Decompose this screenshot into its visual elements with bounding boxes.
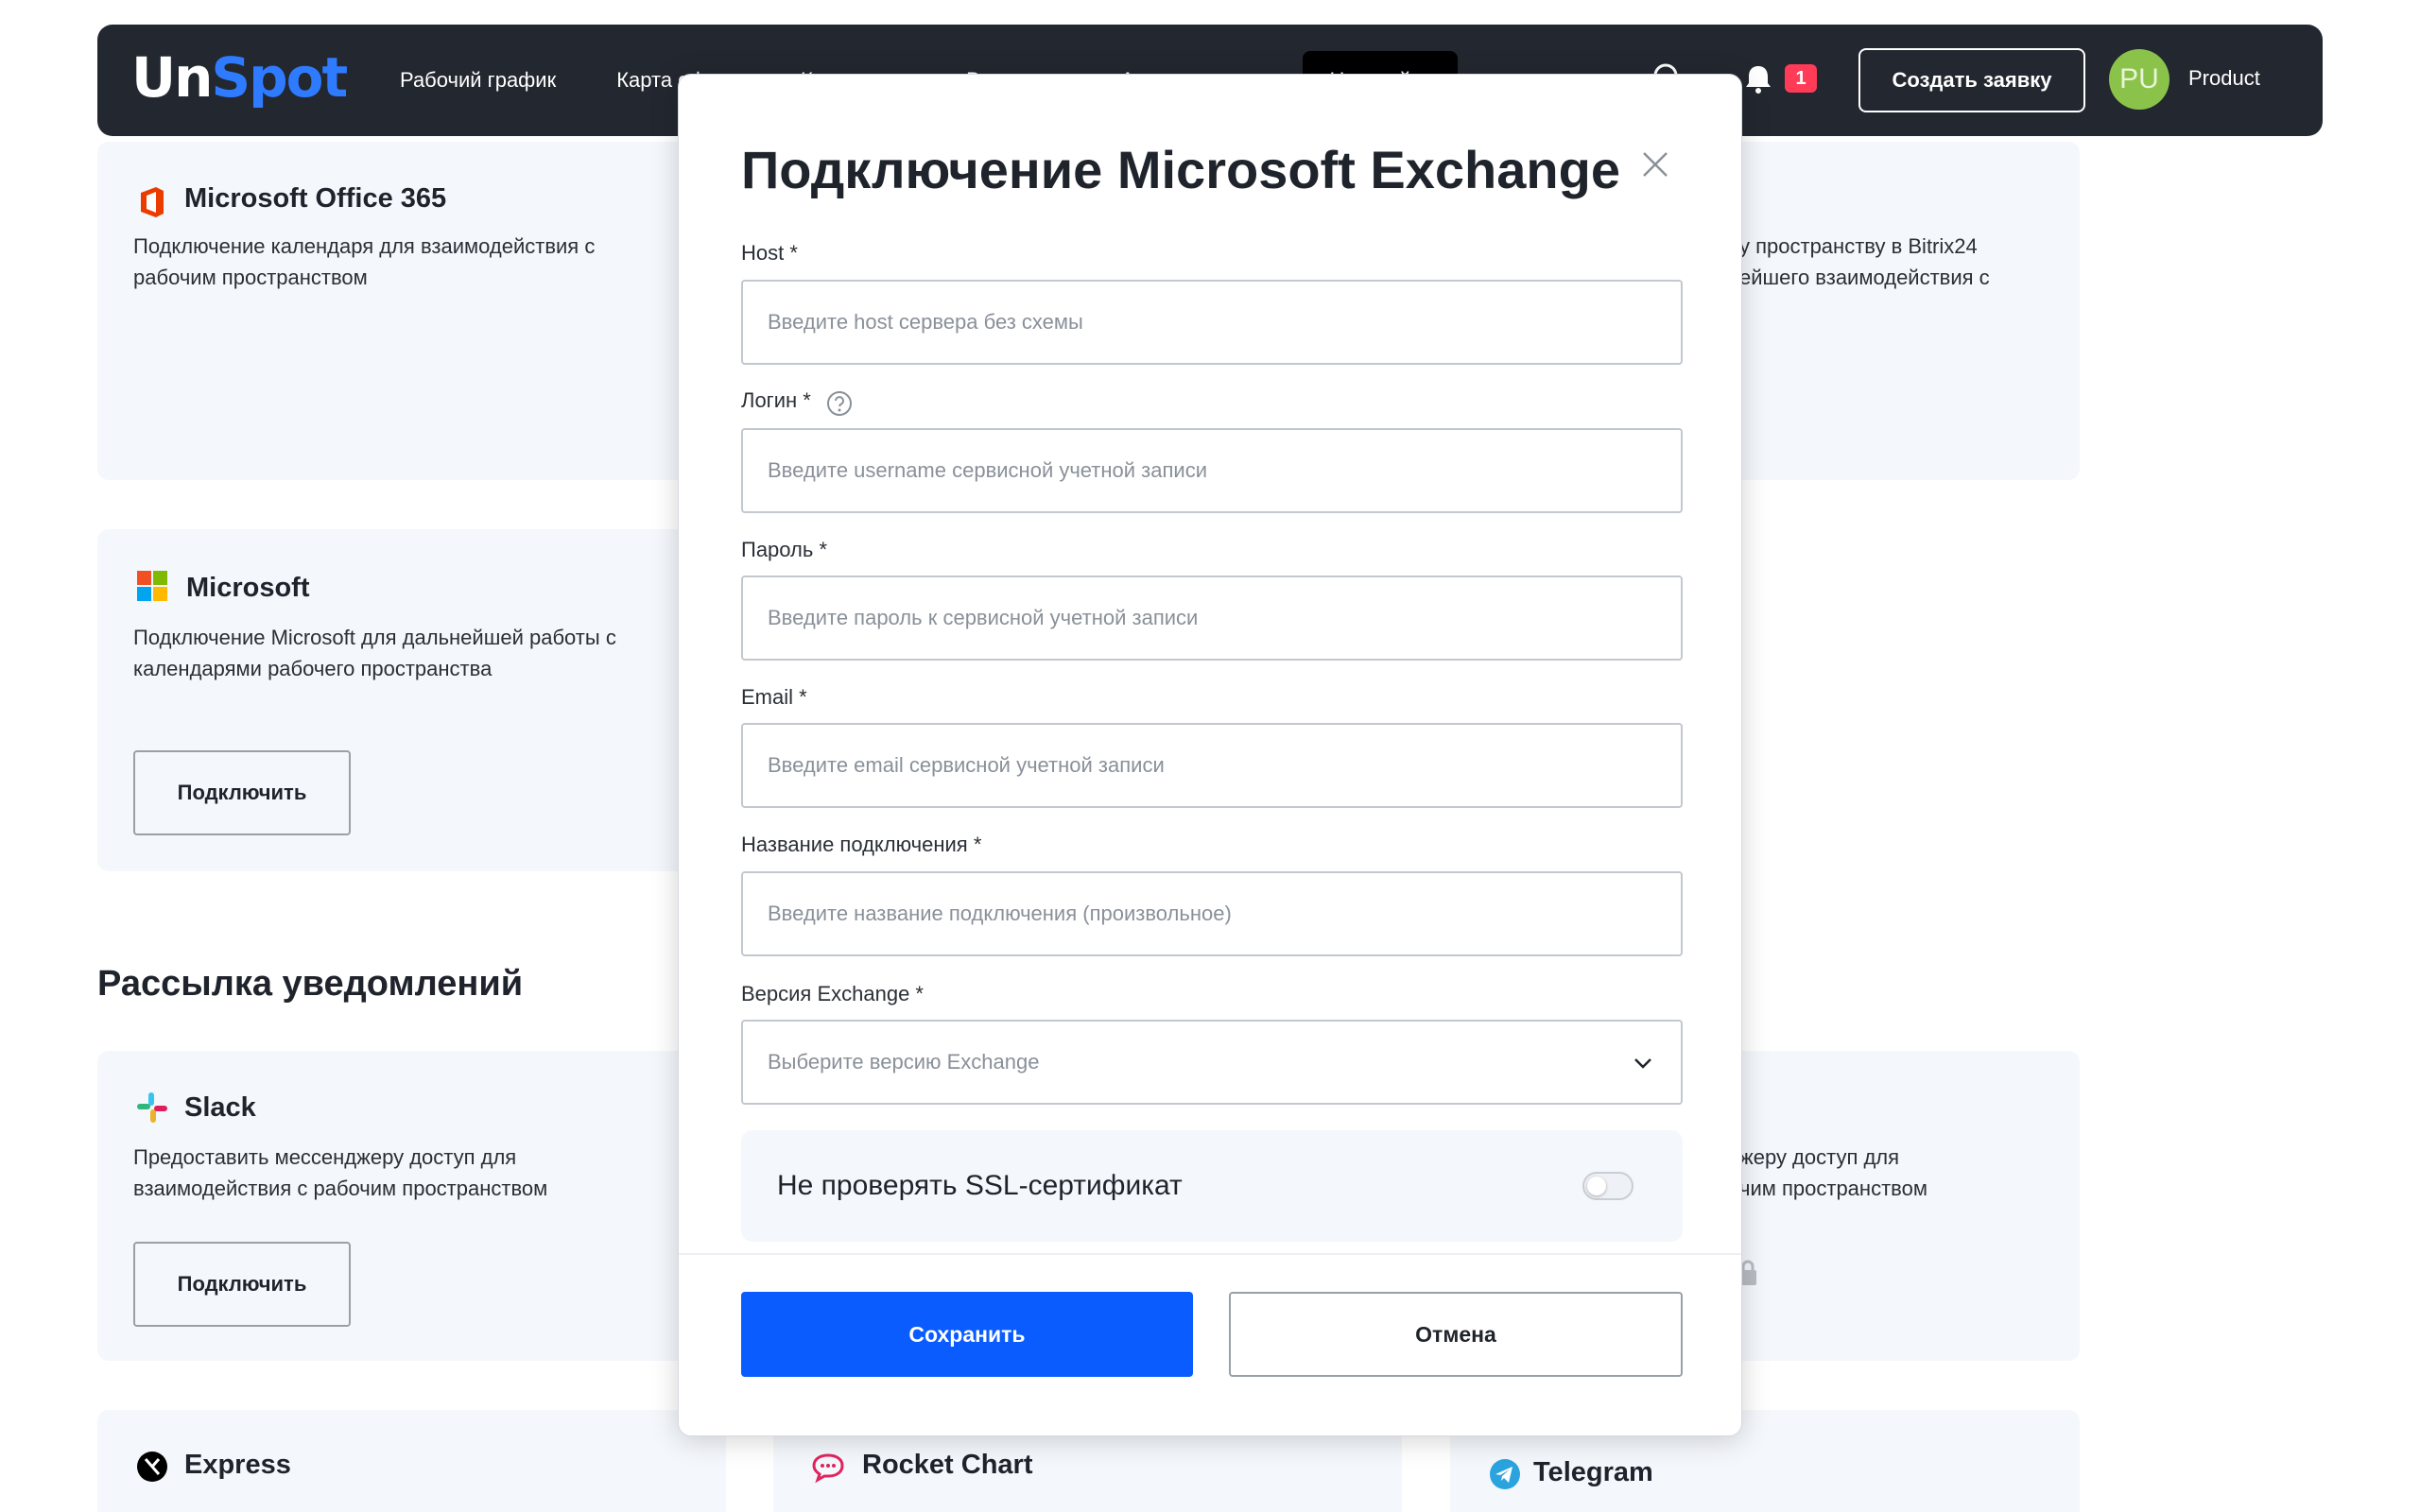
nav-item-schedule[interactable]: Рабочий график — [400, 68, 556, 93]
card-description: у пространству в Bitrix24 ейшего взаимод… — [1739, 234, 1990, 289]
bell-icon[interactable] — [1742, 62, 1774, 94]
connection-name-label: Название подключения * — [741, 833, 982, 856]
modal-divider — [679, 1253, 1741, 1255]
card-express: Express — [97, 1410, 726, 1512]
close-icon[interactable] — [1639, 148, 1671, 180]
card-bitrix: у пространству в Bitrix24 ейшего взаимод… — [1683, 142, 2080, 480]
card-title: Express — [184, 1450, 291, 1480]
card-microsoft: Microsoft Подключение Microsoft для даль… — [97, 529, 740, 871]
slack-icon — [137, 1092, 167, 1123]
card-description: Подключение календаря для взаимодействия… — [133, 234, 596, 289]
rocket-chat-icon — [812, 1453, 844, 1484]
office365-icon — [141, 187, 164, 217]
password-label: Пароль * — [741, 538, 828, 561]
microsoft-icon — [137, 571, 167, 601]
login-label: Логин * — [741, 388, 811, 412]
express-icon — [137, 1452, 167, 1482]
email-input[interactable] — [741, 723, 1683, 808]
card-notify-right: жеру доступ для чим пространством — [1683, 1051, 2080, 1361]
section-title: Рассылка уведомлений — [97, 964, 524, 1004]
unspot-logo[interactable]: UnSpot — [131, 45, 348, 110]
exchange-version-select[interactable]: Выберите версию Exchange — [741, 1020, 1683, 1105]
exchange-connect-modal: Подключение Microsoft Exchange Host * Ло… — [678, 74, 1742, 1436]
host-input[interactable] — [741, 280, 1683, 365]
toggle-knob — [1587, 1177, 1606, 1195]
create-request-button[interactable]: Создать заявку — [1858, 48, 2085, 112]
card-office365: Microsoft Office 365 Подключение календа… — [97, 142, 740, 480]
card-title: Telegram — [1533, 1457, 1653, 1487]
card-slack: Slack Предоставить мессенджеру доступ дл… — [97, 1051, 740, 1361]
ssl-label: Не проверять SSL-сертификат — [777, 1170, 1183, 1201]
help-icon[interactable] — [826, 390, 853, 417]
save-button[interactable]: Сохранить — [741, 1292, 1193, 1377]
ssl-toggle[interactable] — [1582, 1172, 1634, 1200]
modal-title: Подключение Microsoft Exchange — [741, 140, 1620, 199]
card-title: Microsoft — [186, 573, 310, 603]
select-placeholder: Выберите версию Exchange — [768, 1050, 1040, 1074]
card-title: Microsoft Office 365 — [184, 183, 447, 214]
email-label: Email * — [741, 685, 807, 709]
card-title: Rocket Chart — [862, 1450, 1033, 1480]
card-description: Предоставить мессенджеру доступ для взаи… — [133, 1145, 548, 1200]
card-description: Подключение Microsoft для дальнейшей раб… — [133, 626, 616, 680]
avatar[interactable]: PU — [2109, 49, 2169, 110]
card-description: жеру доступ для чим пространством — [1739, 1145, 1927, 1200]
connection-name-input[interactable] — [741, 871, 1683, 956]
connect-button[interactable]: Подключить — [133, 750, 351, 835]
exchange-version-label: Версия Exchange * — [741, 982, 924, 1005]
card-title: Slack — [184, 1092, 256, 1123]
host-label: Host * — [741, 241, 798, 265]
ssl-option: Не проверять SSL-сертификат — [741, 1130, 1683, 1242]
chevron-down-icon — [1634, 1058, 1651, 1069]
notification-badge: 1 — [1785, 64, 1817, 93]
cancel-button[interactable]: Отмена — [1229, 1292, 1683, 1377]
telegram-icon — [1490, 1459, 1520, 1489]
connect-button[interactable]: Подключить — [133, 1242, 351, 1327]
login-input[interactable] — [741, 428, 1683, 513]
password-input[interactable] — [741, 576, 1683, 661]
user-name[interactable]: Product — [2188, 66, 2260, 91]
